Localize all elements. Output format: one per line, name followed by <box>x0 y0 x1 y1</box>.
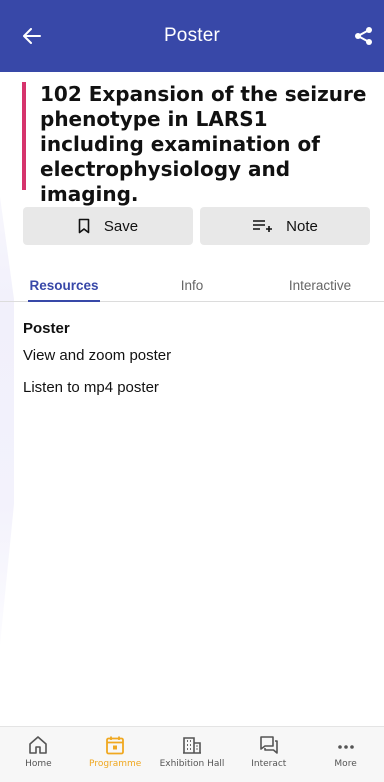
resources-panel: Poster View and zoom poster Listen to mp… <box>23 320 171 411</box>
nav-more[interactable]: More <box>307 727 384 782</box>
nav-more-label: More <box>334 759 357 769</box>
poster-title: 102 Expansion of the seizure phenotype i… <box>40 82 367 206</box>
poster-title-block: 102 Expansion of the seizure phenotype i… <box>22 82 372 206</box>
back-button[interactable] <box>18 22 46 50</box>
save-label: Save <box>103 217 139 235</box>
page-title: Poster <box>163 25 221 46</box>
view-zoom-poster-link[interactable]: View and zoom poster <box>23 347 171 364</box>
nav-exhibition-hall[interactable]: Exhibition Hall <box>154 727 231 782</box>
save-button[interactable]: Save <box>23 207 193 245</box>
note-label: Note <box>286 217 318 235</box>
calendar-icon <box>106 736 125 755</box>
tab-info[interactable]: Info <box>128 268 256 301</box>
app-bar: Poster <box>0 0 384 72</box>
arrow-left-icon <box>23 28 41 44</box>
listen-mp4-poster-link[interactable]: Listen to mp4 poster <box>23 379 171 396</box>
nav-interact[interactable]: Interact <box>230 727 307 782</box>
nav-interact-label: Interact <box>251 759 287 769</box>
action-buttons: Save Note <box>23 207 370 245</box>
chat-icon <box>259 736 278 754</box>
home-icon <box>29 736 48 754</box>
section-heading: Poster <box>23 320 70 337</box>
share-button[interactable] <box>350 22 378 50</box>
bookmark-icon <box>78 218 90 234</box>
nav-home[interactable]: Home <box>0 727 77 782</box>
tab-bar: Resources Info Interactive <box>0 268 384 302</box>
more-icon <box>337 745 354 749</box>
note-button[interactable]: Note <box>200 207 370 245</box>
tab-resources[interactable]: Resources <box>0 268 128 302</box>
background-decoration <box>0 196 14 645</box>
share-icon <box>355 27 372 45</box>
building-icon <box>182 737 201 754</box>
nav-exhibition-hall-label: Exhibition Hall <box>159 759 225 769</box>
nav-programme-label: Programme <box>89 759 142 769</box>
bottom-navigation: Home Programme Exhibition Hall Interact … <box>0 726 384 782</box>
nav-home-label: Home <box>25 759 52 769</box>
tab-interactive[interactable]: Interactive <box>256 268 384 301</box>
note-add-icon <box>253 220 273 232</box>
nav-programme[interactable]: Programme <box>77 727 154 782</box>
